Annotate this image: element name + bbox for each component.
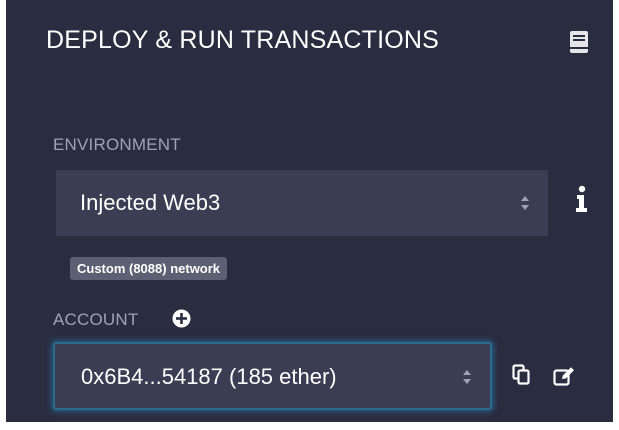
account-select[interactable]: 0x6B4...54187 (185 ether) bbox=[53, 342, 492, 410]
panel-title: DEPLOY & RUN TRANSACTIONS bbox=[46, 26, 440, 54]
network-badge: Custom (8088) network bbox=[70, 257, 228, 280]
deploy-run-panel: DEPLOY & RUN TRANSACTIONS ENVIRONMENT In… bbox=[6, 0, 613, 422]
info-icon[interactable] bbox=[574, 185, 590, 213]
plus-circle-icon[interactable] bbox=[172, 309, 191, 328]
book-icon[interactable] bbox=[568, 30, 590, 54]
account-label: ACCOUNT bbox=[53, 310, 139, 329]
account-selected-value: 0x6B4...54187 (185 ether) bbox=[81, 364, 337, 389]
copy-icon[interactable] bbox=[512, 364, 530, 385]
environment-select[interactable]: Injected Web3 bbox=[56, 170, 548, 236]
select-updown-icon bbox=[463, 370, 471, 384]
edit-icon[interactable] bbox=[553, 366, 575, 386]
environment-selected-value: Injected Web3 bbox=[80, 190, 221, 215]
select-updown-icon bbox=[521, 196, 529, 210]
environment-label: ENVIRONMENT bbox=[53, 135, 181, 154]
